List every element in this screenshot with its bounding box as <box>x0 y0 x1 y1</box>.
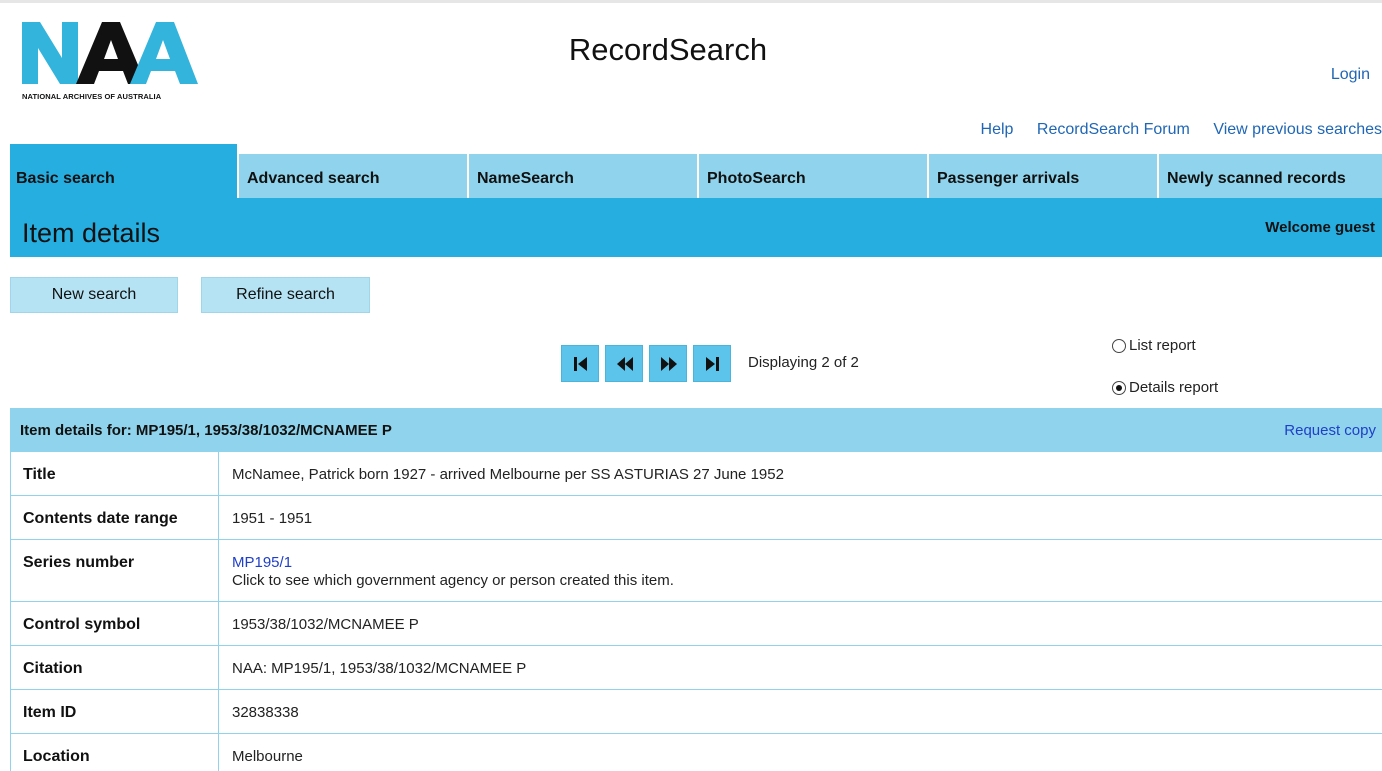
row-value: McNamee, Patrick born 1927 - arrived Mel… <box>232 466 784 483</box>
row-label: Location <box>11 734 219 771</box>
table-row: Series number MP195/1 Click to see which… <box>10 540 1382 602</box>
tab-namesearch[interactable]: NameSearch <box>469 154 697 198</box>
next-page-button[interactable] <box>649 345 687 382</box>
row-label: Contents date range <box>11 496 219 539</box>
tab-basic-search[interactable]: Basic search <box>10 144 237 200</box>
table-row: Item ID 32838338 <box>10 690 1382 734</box>
item-details-table: Item details for: MP195/1, 1953/38/1032/… <box>10 408 1382 771</box>
title-band: Item details Welcome guest <box>10 198 1382 257</box>
row-value: 1951 - 1951 <box>232 510 313 527</box>
fast-forward-icon <box>661 357 677 371</box>
table-row: Title McNamee, Patrick born 1927 - arriv… <box>10 452 1382 496</box>
previous-searches-link[interactable]: View previous searches <box>1213 121 1382 138</box>
last-page-icon <box>706 357 719 371</box>
details-report-option[interactable]: Details report <box>1112 379 1218 396</box>
first-page-icon <box>574 357 587 371</box>
tab-newly-scanned-records[interactable]: Newly scanned records <box>1159 154 1382 198</box>
table-row: Citation NAA: MP195/1, 1953/38/1032/MCNA… <box>10 646 1382 690</box>
list-report-radio[interactable] <box>1112 338 1126 353</box>
rewind-icon <box>617 357 633 371</box>
row-value: MP195/1 Click to see which government ag… <box>219 540 1382 601</box>
row-label: Citation <box>11 646 219 689</box>
logo-caption: NATIONAL ARCHIVES OF AUSTRALIA <box>22 92 162 101</box>
table-row: Contents date range 1951 - 1951 <box>10 496 1382 540</box>
tab-passenger-arrivals[interactable]: Passenger arrivals <box>929 154 1157 198</box>
search-tabs: Basic search Advanced search NameSearch … <box>10 144 1382 200</box>
help-link[interactable]: Help <box>981 121 1014 138</box>
item-details-header: Item details for: MP195/1, 1953/38/1032/… <box>10 408 1382 452</box>
list-report-label: List report <box>1129 337 1196 354</box>
login-link[interactable]: Login <box>1331 66 1370 84</box>
row-label: Item ID <box>11 690 219 733</box>
row-value: 32838338 <box>232 704 299 721</box>
details-report-label: Details report <box>1129 379 1219 396</box>
row-label: Series number <box>11 540 219 601</box>
page-title: Item details <box>22 218 161 248</box>
top-rule <box>0 0 1382 3</box>
new-search-button[interactable]: New search <box>10 277 178 313</box>
series-number-link[interactable]: MP195/1 <box>232 554 292 571</box>
table-row: Location Melbourne <box>10 734 1382 771</box>
row-label: Control symbol <box>11 602 219 645</box>
utility-links: Help RecordSearch Forum View previous se… <box>962 121 1382 139</box>
row-value: NAA: MP195/1, 1953/38/1032/MCNAMEE P <box>232 660 527 677</box>
last-page-button[interactable] <box>693 345 731 382</box>
table-row: Control symbol 1953/38/1032/MCNAMEE P <box>10 602 1382 646</box>
welcome-text: Welcome guest <box>1265 219 1375 236</box>
row-value: Melbourne <box>232 748 303 765</box>
displaying-count: Displaying 2 of 2 <box>748 354 859 371</box>
tab-advanced-search[interactable]: Advanced search <box>239 154 467 198</box>
forum-link[interactable]: RecordSearch Forum <box>1037 121 1190 138</box>
row-value: 1953/38/1032/MCNAMEE P <box>232 616 419 633</box>
app-title: RecordSearch <box>568 32 768 67</box>
first-page-button[interactable] <box>561 345 599 382</box>
row-label: Title <box>11 452 219 495</box>
details-report-radio[interactable] <box>1112 380 1126 395</box>
refine-search-button[interactable]: Refine search <box>201 277 370 313</box>
request-copy-link[interactable]: Request copy <box>1284 422 1376 439</box>
list-report-option[interactable]: List report <box>1112 337 1196 354</box>
item-details-heading: Item details for: MP195/1, 1953/38/1032/… <box>20 422 392 439</box>
previous-page-button[interactable] <box>605 345 643 382</box>
tab-photosearch[interactable]: PhotoSearch <box>699 154 927 198</box>
series-number-hint: Click to see which government agency or … <box>232 572 674 589</box>
